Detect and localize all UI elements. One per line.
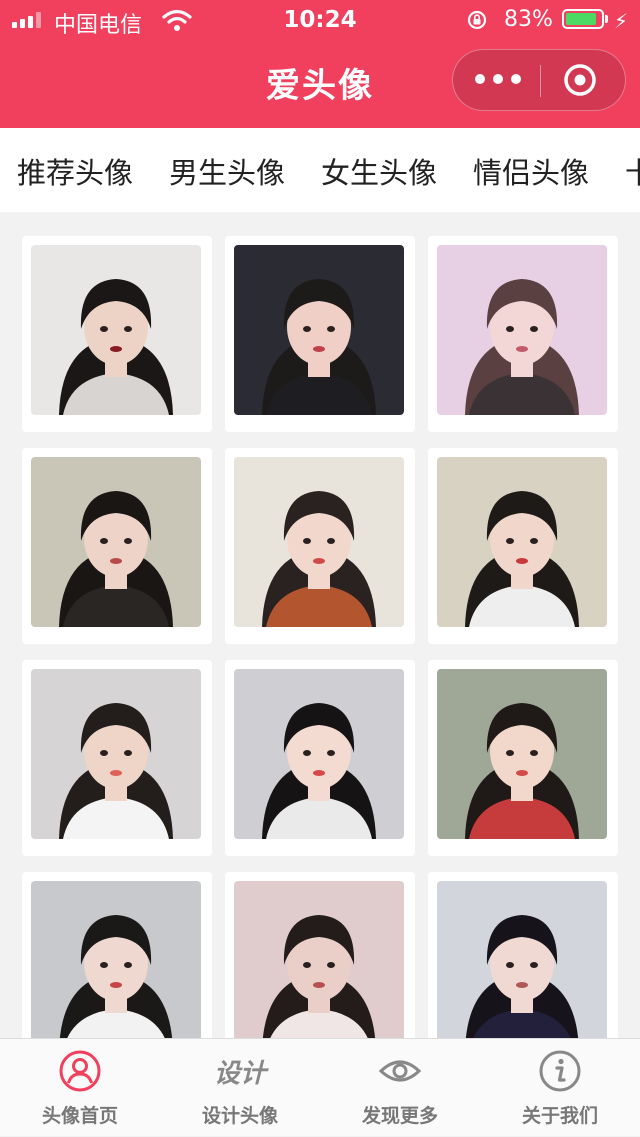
tab-cartoon[interactable]: 卡 xyxy=(625,150,640,192)
avatar-card[interactable] xyxy=(428,660,618,856)
avatar-image xyxy=(437,881,607,1038)
avatar-image xyxy=(234,457,404,627)
design-text-icon: 设计 xyxy=(213,1059,266,1089)
avatar-card[interactable] xyxy=(225,448,415,644)
charging-icon: ⚡︎ xyxy=(614,9,629,33)
tabbar-home[interactable]: 头像首页 xyxy=(0,1039,160,1137)
avatar-card[interactable] xyxy=(22,660,212,856)
avatar-card[interactable] xyxy=(22,872,212,1038)
tabbar-home-label: 头像首页 xyxy=(41,1105,118,1127)
info-icon xyxy=(539,1050,581,1092)
tabbar-discover-label: 发现更多 xyxy=(361,1105,438,1127)
tabbar-discover[interactable]: 发现更多 xyxy=(320,1039,480,1137)
avatar-card[interactable] xyxy=(225,872,415,1038)
battery-icon xyxy=(562,9,604,29)
avatar-image xyxy=(31,245,201,415)
avatar-card[interactable] xyxy=(428,236,618,432)
eye-icon xyxy=(378,1060,422,1082)
tabbar-design-label: 设计头像 xyxy=(201,1105,278,1127)
top-bar: 中国电信 10:24 83% ⚡︎ 爱头像 xyxy=(0,0,640,128)
avatar-image xyxy=(234,245,404,415)
tab-recommended[interactable]: 推荐头像 xyxy=(17,150,133,192)
avatar-image xyxy=(437,245,607,415)
avatar-image xyxy=(31,881,201,1038)
miniprogram-capsule xyxy=(452,49,626,111)
avatar-image xyxy=(437,457,607,627)
avatar-card[interactable] xyxy=(428,872,618,1038)
tabbar-about-label: 关于我们 xyxy=(521,1105,598,1127)
avatar-card[interactable] xyxy=(428,448,618,644)
avatar-image xyxy=(234,881,404,1038)
battery-percent: 83% xyxy=(504,7,553,32)
avatar-image xyxy=(31,669,201,839)
avatar-card[interactable] xyxy=(225,660,415,856)
avatar-image xyxy=(437,669,607,839)
tab-boys[interactable]: 男生头像 xyxy=(169,150,285,192)
tab-couples[interactable]: 情侣头像 xyxy=(473,150,589,192)
avatar-image xyxy=(234,669,404,839)
more-menu-button[interactable] xyxy=(475,70,521,90)
status-bar: 中国电信 10:24 83% ⚡︎ xyxy=(0,0,640,40)
avatar-card[interactable] xyxy=(22,236,212,432)
tab-girls[interactable]: 女生头像 xyxy=(321,150,437,192)
tabbar-about[interactable]: 关于我们 xyxy=(480,1039,640,1137)
avatar-card[interactable] xyxy=(22,448,212,644)
avatar-image xyxy=(31,457,201,627)
tabbar-design[interactable]: 设计 设计头像 xyxy=(160,1039,320,1137)
avatar-card[interactable] xyxy=(225,236,415,432)
avatar-grid xyxy=(0,212,640,1038)
rotation-lock-icon xyxy=(467,10,487,30)
capsule-divider xyxy=(540,65,541,97)
bottom-tab-bar: 头像首页 设计 设计头像 发现更多 关于我们 xyxy=(0,1038,640,1136)
battery-level xyxy=(566,13,596,25)
user-circle-icon xyxy=(59,1050,101,1092)
close-miniprogram-icon[interactable] xyxy=(563,63,597,97)
category-tabs: 推荐头像 男生头像 女生头像 情侣头像 卡 xyxy=(0,128,640,212)
battery-tip xyxy=(605,15,608,23)
